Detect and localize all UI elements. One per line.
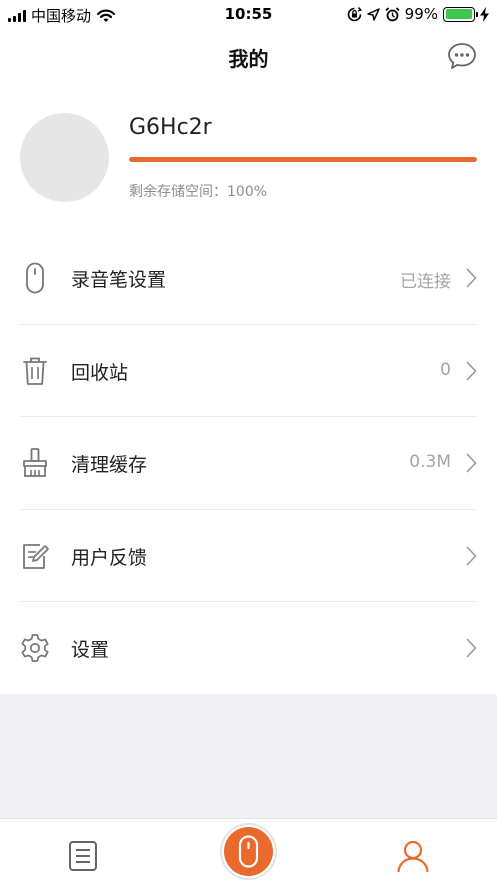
trash-icon <box>23 357 47 385</box>
battery-fill <box>445 9 473 19</box>
page-title: 我的 <box>228 47 269 71</box>
avatar[interactable] <box>20 113 109 202</box>
chat-bubble-icon[interactable] <box>447 42 477 70</box>
chevron-right-icon <box>466 268 477 288</box>
empty-background-area <box>0 694 497 818</box>
record-button[interactable] <box>224 827 273 876</box>
chevron-right-icon <box>466 546 477 565</box>
battery-percent: 99% <box>404 5 438 23</box>
tab-bar <box>0 818 497 883</box>
alarm-icon <box>385 6 400 21</box>
menu-item-user-feedback[interactable]: 用户反馈 <box>0 510 497 602</box>
settings-menu: 录音笔设置 已连接 回收站 0 清理缓存 0.3M 用户反馈 设置 <box>0 232 497 695</box>
status-bar: 中国移动 10:55 99% <box>0 0 497 30</box>
chevron-right-icon <box>466 361 477 380</box>
menu-item-clear-cache[interactable]: 清理缓存 0.3M <box>0 417 497 510</box>
menu-item-recorder-settings[interactable]: 录音笔设置 已连接 <box>0 232 497 325</box>
menu-item-recycle-bin[interactable]: 回收站 0 <box>0 325 497 417</box>
storage-progress-fill <box>129 157 477 162</box>
chevron-right-icon <box>466 638 477 658</box>
profile-section: G6Hc2r 剩余存储空间：100% <box>0 82 497 232</box>
gear-icon <box>21 634 49 662</box>
menu-item-value: 0.3M <box>409 452 451 472</box>
menu-item-label: 用户反馈 <box>71 546 148 569</box>
storage-label: 剩余存储空间：100% <box>129 184 268 200</box>
nav-bar: 我的 <box>0 30 497 82</box>
menu-item-value: 0 <box>440 359 451 380</box>
location-icon <box>366 7 380 21</box>
battery-icon <box>443 6 478 22</box>
recorder-pen-icon <box>26 262 44 294</box>
storage-progress-bar <box>129 157 477 162</box>
menu-item-label: 设置 <box>71 639 110 661</box>
chevron-right-icon <box>466 453 477 473</box>
broom-icon <box>23 448 47 477</box>
menu-item-value: 已连接 <box>400 272 451 292</box>
user-profile-icon[interactable] <box>396 839 430 873</box>
status-right: 99% <box>347 5 489 23</box>
record-microphone-icon <box>238 835 259 868</box>
menu-item-label: 回收站 <box>71 361 129 384</box>
menu-item-label: 清理缓存 <box>71 454 148 476</box>
list-document-icon[interactable] <box>67 840 99 872</box>
charging-icon <box>480 6 489 22</box>
menu-item-label: 录音笔设置 <box>71 269 167 291</box>
feedback-edit-icon <box>23 543 49 569</box>
orientation-lock-icon <box>347 6 362 21</box>
menu-item-settings[interactable]: 设置 <box>0 602 497 695</box>
username: G6Hc2r <box>129 115 212 140</box>
